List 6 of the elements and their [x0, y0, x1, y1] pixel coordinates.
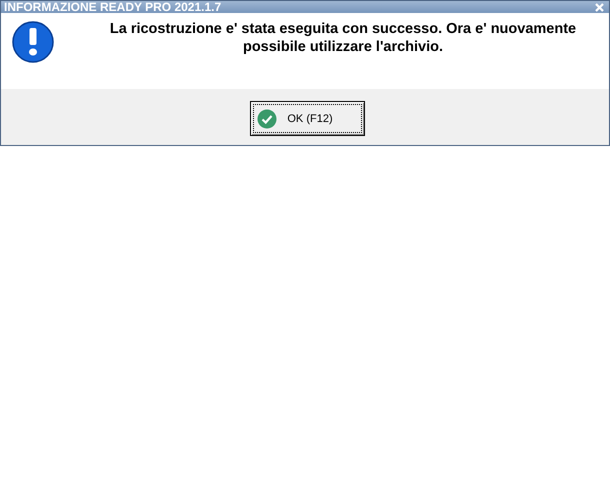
check-icon [256, 108, 276, 128]
message-text: La ricostruzione e' stata eseguita con successo. Ora e' nuovamente possibile utilizzare l'archivio. [108, 20, 578, 56]
ok-button[interactable]: OK (F12) [250, 101, 364, 136]
close-icon[interactable] [595, 2, 604, 12]
window-title: INFORMAZIONE READY PRO 2021.1.7 [4, 1, 222, 13]
exclamation-icon [11, 20, 55, 64]
